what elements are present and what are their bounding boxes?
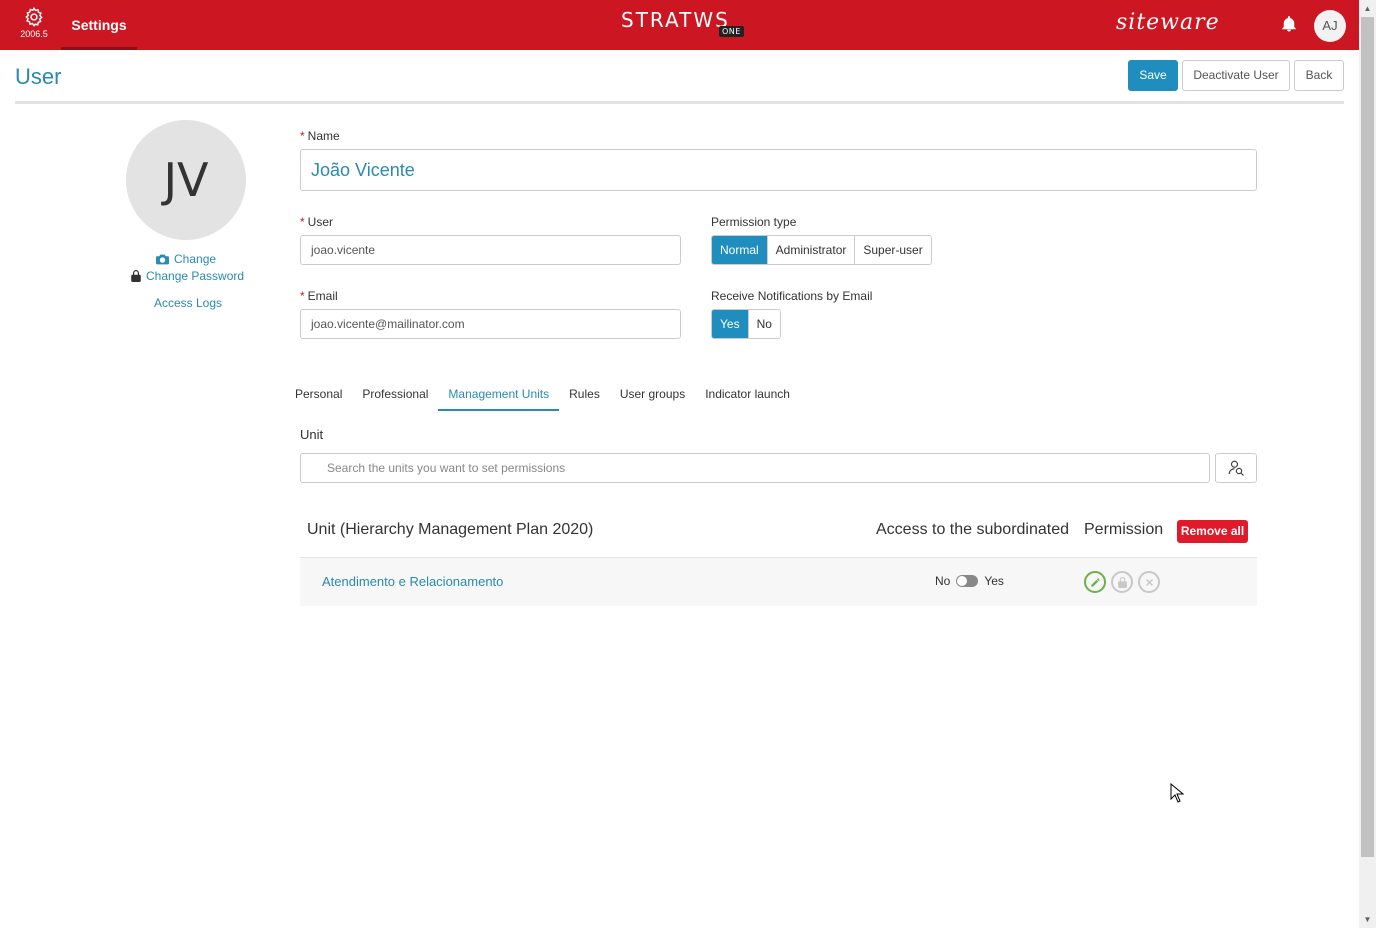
email-label: * Email (300, 289, 338, 303)
camera-icon (156, 254, 169, 264)
name-input[interactable]: João Vicente (300, 149, 1257, 191)
read-only-permission-button[interactable] (1111, 571, 1133, 593)
header-divider (15, 101, 1344, 104)
tab-rules[interactable]: Rules (559, 383, 610, 411)
remove-all-button[interactable]: Remove all (1177, 520, 1248, 543)
access-logs-link[interactable]: Access Logs (154, 296, 222, 310)
pencil-icon (1090, 577, 1100, 587)
change-password-label[interactable]: Change Password (146, 269, 244, 283)
subordinated-access-toggle-group: No Yes (935, 574, 1004, 588)
permission-type-label: Permission type (711, 215, 797, 229)
logo-text: STRATWS (621, 8, 730, 32)
table-row: Atendimento e Relacionamento No Yes (300, 558, 1257, 606)
stratws-logo: STRATWS ONE (621, 8, 744, 42)
email-input[interactable]: joao.vicente@mailinator.com (300, 309, 681, 339)
profile-avatar: JV (126, 120, 246, 240)
close-icon (1145, 578, 1153, 586)
change-photo-link[interactable]: Change (156, 252, 216, 266)
username-input[interactable]: joao.vicente (300, 235, 681, 265)
save-button[interactable]: Save (1128, 60, 1178, 91)
tab-professional[interactable]: Professional (352, 383, 438, 411)
lock-icon (131, 270, 141, 282)
permission-normal-option[interactable]: Normal (712, 236, 768, 264)
subordinated-access-toggle[interactable] (956, 575, 979, 587)
permission-type-selector: Normal Administrator Super-user (711, 235, 932, 265)
logo-badge: ONE (719, 26, 744, 37)
back-button[interactable]: Back (1294, 60, 1344, 91)
tab-indicator-launch[interactable]: Indicator launch (695, 383, 800, 411)
mouse-cursor-icon (1170, 783, 1184, 803)
unit-label: Unit (300, 427, 324, 442)
notifications-no-option[interactable]: No (748, 310, 780, 338)
name-label: * Name (300, 129, 340, 143)
deactivate-user-button[interactable]: Deactivate User (1182, 60, 1290, 91)
top-bar: 2006.5 Settings STRATWS ONE siteware AJ (0, 0, 1376, 50)
toggle-yes-label: Yes (984, 574, 1004, 588)
tab-personal[interactable]: Personal (285, 383, 352, 411)
scroll-up-arrow-icon[interactable]: ▲ (1359, 0, 1376, 17)
settings-tab[interactable]: Settings (61, 0, 137, 50)
unit-search-button[interactable] (1215, 453, 1257, 483)
edit-permission-button[interactable] (1084, 571, 1106, 593)
gear-icon (25, 6, 43, 27)
no-permission-button[interactable] (1138, 571, 1160, 593)
user-search-icon (1228, 460, 1244, 476)
scroll-thumb[interactable] (1361, 17, 1374, 857)
permission-administrator-option[interactable]: Administrator (767, 236, 856, 264)
page-title: User (15, 64, 62, 89)
siteware-logo: siteware (1116, 10, 1220, 35)
notifications-selector: Yes No (711, 309, 781, 339)
lock-icon (1117, 576, 1127, 588)
permission-options (1084, 571, 1160, 593)
change-password-link[interactable]: Change Password (131, 269, 244, 283)
toggle-no-label: No (935, 574, 951, 588)
column-header-permission: Permission (1084, 521, 1164, 538)
column-header-unit: Unit (Hierarchy Management Plan 2020) (307, 521, 594, 538)
change-photo-label[interactable]: Change (174, 252, 216, 266)
bell-icon[interactable] (1280, 15, 1298, 33)
user-tabs: Personal Professional Management Units R… (285, 383, 800, 411)
column-header-access: Access to the subordinated (876, 521, 1070, 538)
version-label: 2006.5 (20, 29, 48, 39)
user-label: * User (300, 215, 334, 229)
settings-gear-button[interactable]: 2006.5 (14, 6, 54, 46)
notifications-label: Receive Notifications by Email (711, 289, 873, 303)
permission-super-user-option[interactable]: Super-user (855, 236, 931, 264)
page-scrollbar[interactable]: ▲ ▼ (1359, 0, 1376, 928)
notifications-yes-option[interactable]: Yes (712, 310, 749, 338)
unit-name-link[interactable]: Atendimento e Relacionamento (322, 574, 503, 589)
unit-search-input[interactable]: Search the units you want to set permiss… (300, 453, 1210, 483)
scroll-down-arrow-icon[interactable]: ▼ (1359, 911, 1376, 928)
tab-management-units[interactable]: Management Units (438, 383, 560, 411)
tab-user-groups[interactable]: User groups (610, 383, 695, 411)
user-avatar[interactable]: AJ (1314, 10, 1346, 42)
